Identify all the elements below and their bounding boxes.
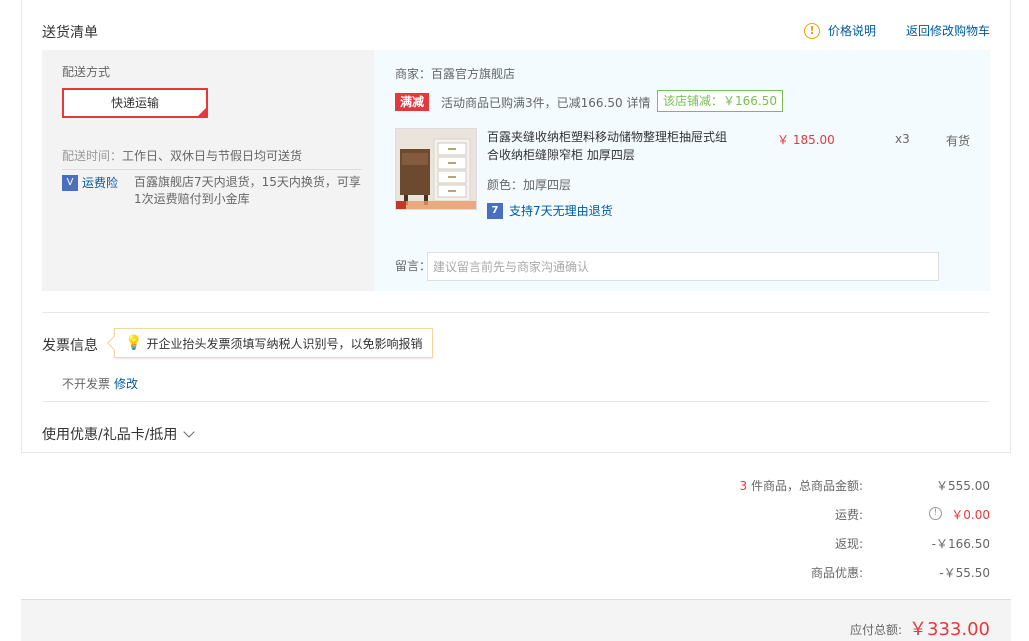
stock-status: 有货 [946,134,971,148]
coupon-toggle[interactable]: 使用优惠/礼品卡/抵用 [42,424,196,444]
product-name[interactable]: 百露夹缝收纳柜塑料移动储物整理柜抽屉式组合收纳柜缝隙窄柜 加厚四层 [487,128,737,164]
summary-cashback-row: 返现: -￥166.50 [429,535,1029,555]
summary-items-label: 3 件商品，总商品金额: [740,477,864,494]
invoice-tip: 💡 开企业抬头发票须填写纳税人识别号，以免影响报销 [106,328,434,358]
freight-value: ￥0.00 [951,508,990,522]
item-count: 3 [739,479,748,493]
payable-value: ￥333.00 [909,619,990,640]
return-icon: 7 [487,202,503,219]
items-total: ￥555.00 [936,479,990,493]
divider [42,401,990,402]
freight-insurance-desc: 百露旗舰店7天内退货，15天内换货，可享1次运费赔付到小金库 [134,175,361,206]
delivery-time: 配送时间：工作日、双休日与节假日均可送货 [62,147,302,164]
shipping-panel: 配送方式 快递运输 ✓ 配送时间：工作日、双休日与节假日均可送货 V 运费险 百… [42,50,374,291]
return-policy: 7 支持7天无理由退货 [487,202,613,219]
shield-icon: V [62,174,78,191]
shop-reduce-badge: 该店铺减：￥166.50 [657,90,783,112]
product-price: ￥ 185.00 [777,133,835,147]
price-help-link[interactable]: ! 价格说明 [804,22,876,39]
lightbulb-icon: 💡 [125,335,143,351]
summary-items-row: 3 件商品，总商品金额: ￥555.00 [429,477,1029,497]
order-card: 送货清单 ! 价格说明 返回修改购物车 配送方式 快递运输 ✓ 配送时间：工作日… [21,0,1011,453]
product-image[interactable] [395,128,477,210]
delivery-time-value: 工作日、双休日与节假日均可送货 [122,149,303,163]
chevron-down-icon [183,426,196,438]
shipping-method-title: 配送方式 [62,65,111,79]
message-input[interactable] [427,252,939,281]
express-shipping-label: 快递运输 [110,96,159,110]
invoice-value: 不开发票 [62,377,111,391]
invoice-edit-link[interactable]: 修改 [114,375,138,392]
invoice-title: 发票信息 [42,338,98,354]
freight-insurance-label: 运费险 [82,176,119,190]
cashback-label: 返现: [834,537,863,551]
freight-insurance[interactable]: V 运费险 [62,174,118,191]
warning-icon: ! [804,22,820,39]
summary-discount-row: 商品优惠: -￥55.50 [429,564,1029,584]
express-shipping-option[interactable]: 快递运输 ✓ [62,88,208,118]
promo-tag: 满减 [395,93,430,111]
tooltip-arrow [106,335,122,351]
divider [42,312,990,313]
info-icon[interactable]: ! [929,507,942,520]
message-label: 留言： [395,259,432,273]
price-help-label: 价格说明 [828,24,877,38]
items-label-text: 件商品，总商品金额: [747,479,863,493]
check-icon: ✓ [199,101,206,110]
back-to-cart-link[interactable]: 返回修改购物车 [906,22,990,39]
invoice-tip-text: 开企业抬头发票须填写纳税人识别号，以免影响报销 [146,336,423,351]
merchant-name: 商家：百露官方旗舰店 [395,67,516,81]
product-quantity: x3 [895,132,910,146]
promo-text[interactable]: 活动商品已购满3件，已减166.50 详情 [441,94,650,111]
section-title: 送货清单 [42,25,98,41]
discount-label: 商品优惠: [810,566,863,580]
shop-panel: 商家：百露官方旗舰店 满减 活动商品已购满3件，已减166.50 详情 该店铺减… [374,50,990,291]
cashback-value: -￥166.50 [931,537,990,551]
product-color: 颜色：加厚四层 [487,178,572,192]
divider [62,169,362,170]
return-policy-label: 支持7天无理由退货 [509,204,613,218]
payable-label: 应付总额: [849,623,902,637]
freight-label: 运费: [834,508,863,522]
coupon-label: 使用优惠/礼品卡/抵用 [42,427,178,443]
delivery-time-label: 配送时间： [62,149,123,163]
summary-freight-row: 运费: ! ￥0.00 [429,506,1029,526]
discount-value: -￥55.50 [939,566,990,580]
